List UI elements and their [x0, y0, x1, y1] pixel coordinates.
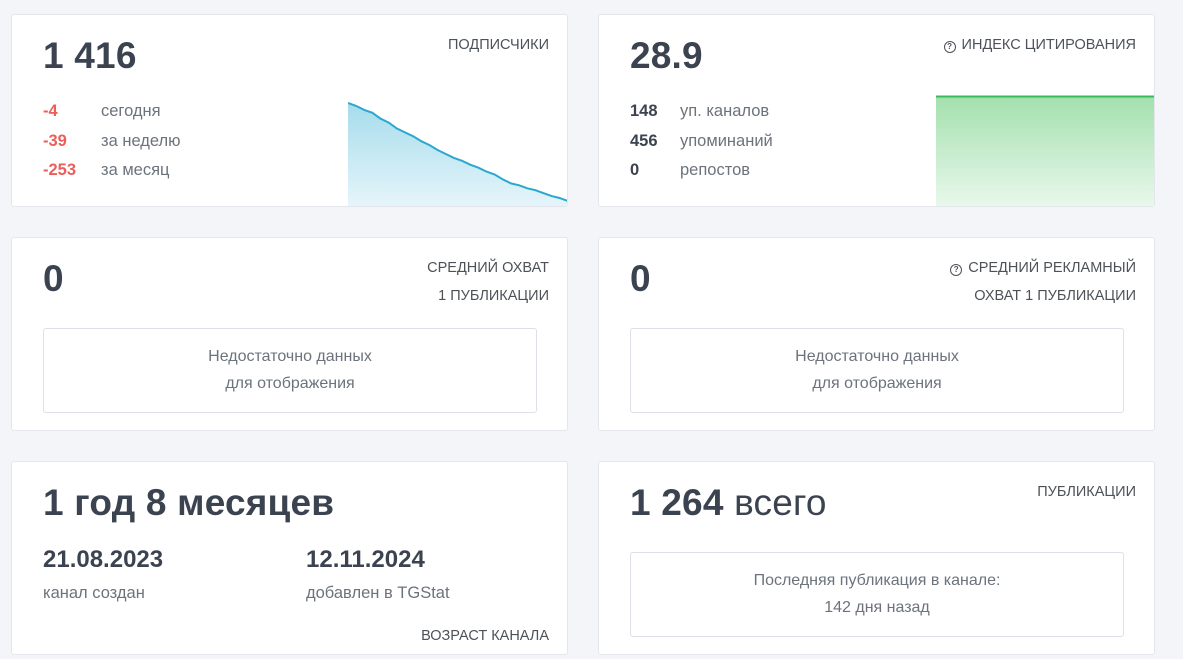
avg-ad-reach-label: ? СРЕДНИЙ РЕКЛАМНЫЙ ОХВАТ 1 ПУБЛИКАЦИИ — [950, 256, 1136, 308]
avg-reach-label-line2: 1 ПУБЛИКАЦИИ — [438, 288, 549, 304]
subscribers-today-value: -4 — [43, 102, 58, 120]
subscribers-week-value: -39 — [43, 132, 67, 150]
channel-age-label: ВОЗРАСТ КАНАЛА — [421, 628, 549, 644]
citation-label: ? ИНДЕКС ЦИТИРОВАНИЯ — [943, 33, 1136, 57]
avg-reach-nodata-line1: Недостаточно данных — [208, 348, 372, 365]
created-date: 21.08.2023 — [43, 546, 164, 573]
avg-ad-reach-label-line1: СРЕДНИЙ РЕКЛАМНЫЙ — [968, 260, 1136, 276]
avg-reach-value: 0 — [43, 258, 64, 299]
channel-age-value: 1 год 8 месяцев — [43, 482, 335, 523]
channel-age-card: 1 год 8 месяцев 21.08.2023 канал создан … — [11, 461, 568, 655]
info-icon[interactable]: ? — [950, 264, 963, 276]
avg-ad-reach-label-line2: ОХВАТ 1 ПУБЛИКАЦИИ — [974, 288, 1136, 304]
publications-count-suffix: всего — [734, 482, 827, 523]
publications-label: ПУБЛИКАЦИИ — [1037, 484, 1136, 500]
avg-ad-reach-value: 0 — [630, 258, 651, 299]
avg-reach-nodata-line2: для отображения — [225, 375, 355, 392]
subscribers-month-value: -253 — [43, 161, 77, 179]
citation-channels-value: 148 — [630, 102, 658, 120]
citation-reposts-value: 0 — [630, 161, 640, 179]
avg-reach-label: СРЕДНИЙ ОХВАТ 1 ПУБЛИКАЦИИ — [427, 256, 549, 308]
citation-sparkline[interactable] — [936, 95, 1155, 207]
created-label: канал создан — [43, 584, 145, 602]
citation-sparkline-area — [936, 96, 1154, 206]
avg-ad-reach-nodata-line2: для отображения — [812, 375, 942, 392]
avg-ad-reach-nodata-box: Недостаточно данных для отображения — [630, 328, 1124, 413]
publications-count: 1 264 всего — [630, 482, 827, 524]
subscribers-count: 1 416 — [43, 35, 137, 76]
subscribers-week-row: -39 за неделю — [43, 129, 181, 153]
subscribers-today-text: сегодня — [101, 102, 161, 120]
citation-channels-text: уп. каналов — [680, 102, 770, 120]
avg-ad-reach-nodata-line1: Недостаточно данных — [795, 348, 959, 365]
citation-card: 28.9 ? ИНДЕКС ЦИТИРОВАНИЯ 148 уп. каналов … — [598, 14, 1155, 207]
avg-reach-card: 0 СРЕДНИЙ ОХВАТ 1 ПУБЛИКАЦИИ Недостаточн… — [11, 237, 568, 431]
subscribers-today-row: -4 сегодня — [43, 99, 161, 123]
subscribers-card: 1 416 ПОДПИСЧИКИ -4 сегодня -39 за неделю … — [11, 14, 568, 207]
publications-card: 1 264 всего ПУБЛИКАЦИИ Последняя публика… — [598, 461, 1155, 655]
added-date: 12.11.2024 — [306, 546, 425, 573]
subscribers-week-text: за неделю — [101, 132, 181, 150]
last-publication-line2: 142 дня назад — [824, 599, 930, 616]
avg-ad-reach-card: 0 ? СРЕДНИЙ РЕКЛАМНЫЙ ОХВАТ 1 ПУБЛИКАЦИИ … — [598, 237, 1155, 431]
last-publication-line1: Последняя публикация в канале: — [753, 572, 1001, 589]
subscribers-label: ПОДПИСЧИКИ — [448, 37, 549, 53]
citation-mentions-text: упоминаний — [680, 132, 773, 150]
citation-reposts-text: репостов — [680, 161, 751, 179]
subscribers-sparkline[interactable] — [348, 101, 568, 207]
subscribers-month-row: -253 за месяц — [43, 158, 169, 182]
citation-label-text: ИНДЕКС ЦИТИРОВАНИЯ — [961, 37, 1136, 53]
added-label: добавлен в TGStat — [306, 584, 450, 602]
last-publication-box: Последняя публикация в канале: 142 дня н… — [630, 552, 1124, 637]
citation-index-value: 28.9 — [630, 35, 703, 76]
citation-reposts-row: 0 репостов — [630, 158, 750, 182]
info-icon[interactable]: ? — [943, 41, 956, 53]
avg-reach-nodata-box: Недостаточно данных для отображения — [43, 328, 537, 413]
avg-reach-label-line1: СРЕДНИЙ ОХВАТ — [427, 260, 549, 276]
citation-mentions-value: 456 — [630, 132, 658, 150]
publications-count-value: 1 264 — [630, 482, 724, 523]
citation-mentions-row: 456 упоминаний — [630, 129, 773, 153]
subscribers-month-text: за месяц — [101, 161, 170, 179]
citation-channels-row: 148 уп. каналов — [630, 99, 769, 123]
